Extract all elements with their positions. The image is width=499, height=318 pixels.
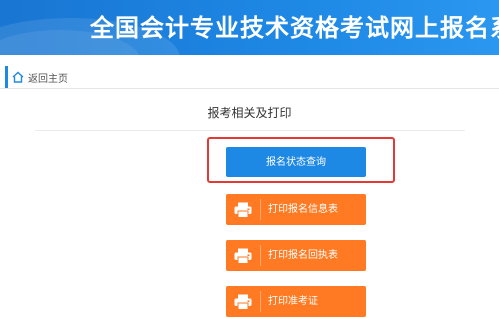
system-title: 全国会计专业技术资格考试网上报名系统 xyxy=(90,14,499,42)
section-title: 报考相关及打印 xyxy=(207,106,292,120)
back-home-link[interactable]: 返回主页 xyxy=(28,70,68,85)
printer-icon xyxy=(226,286,260,317)
printer-icon xyxy=(226,240,260,271)
breadcrumb: 返回主页 xyxy=(0,66,499,89)
button-separator xyxy=(260,291,261,312)
home-icon[interactable] xyxy=(11,70,25,84)
printer-icon xyxy=(226,194,260,225)
button-separator xyxy=(260,199,261,220)
divider xyxy=(35,130,465,131)
print-receipt-label: 打印报名回执表 xyxy=(268,250,338,261)
print-receipt-button[interactable]: 打印报名回执表 xyxy=(226,240,366,271)
status-query-label: 报名状态查询 xyxy=(266,157,326,168)
print-admission-label: 打印准考证 xyxy=(268,296,318,307)
button-separator xyxy=(260,245,261,266)
page-header: 全国会计专业技术资格考试网上报名系统 xyxy=(0,0,499,55)
print-admission-button[interactable]: 打印准考证 xyxy=(226,286,366,317)
print-info-label: 打印报名信息表 xyxy=(268,204,338,215)
breadcrumb-accent xyxy=(5,66,8,88)
print-info-button[interactable]: 打印报名信息表 xyxy=(226,194,366,225)
status-query-button[interactable]: 报名状态查询 xyxy=(226,147,366,177)
